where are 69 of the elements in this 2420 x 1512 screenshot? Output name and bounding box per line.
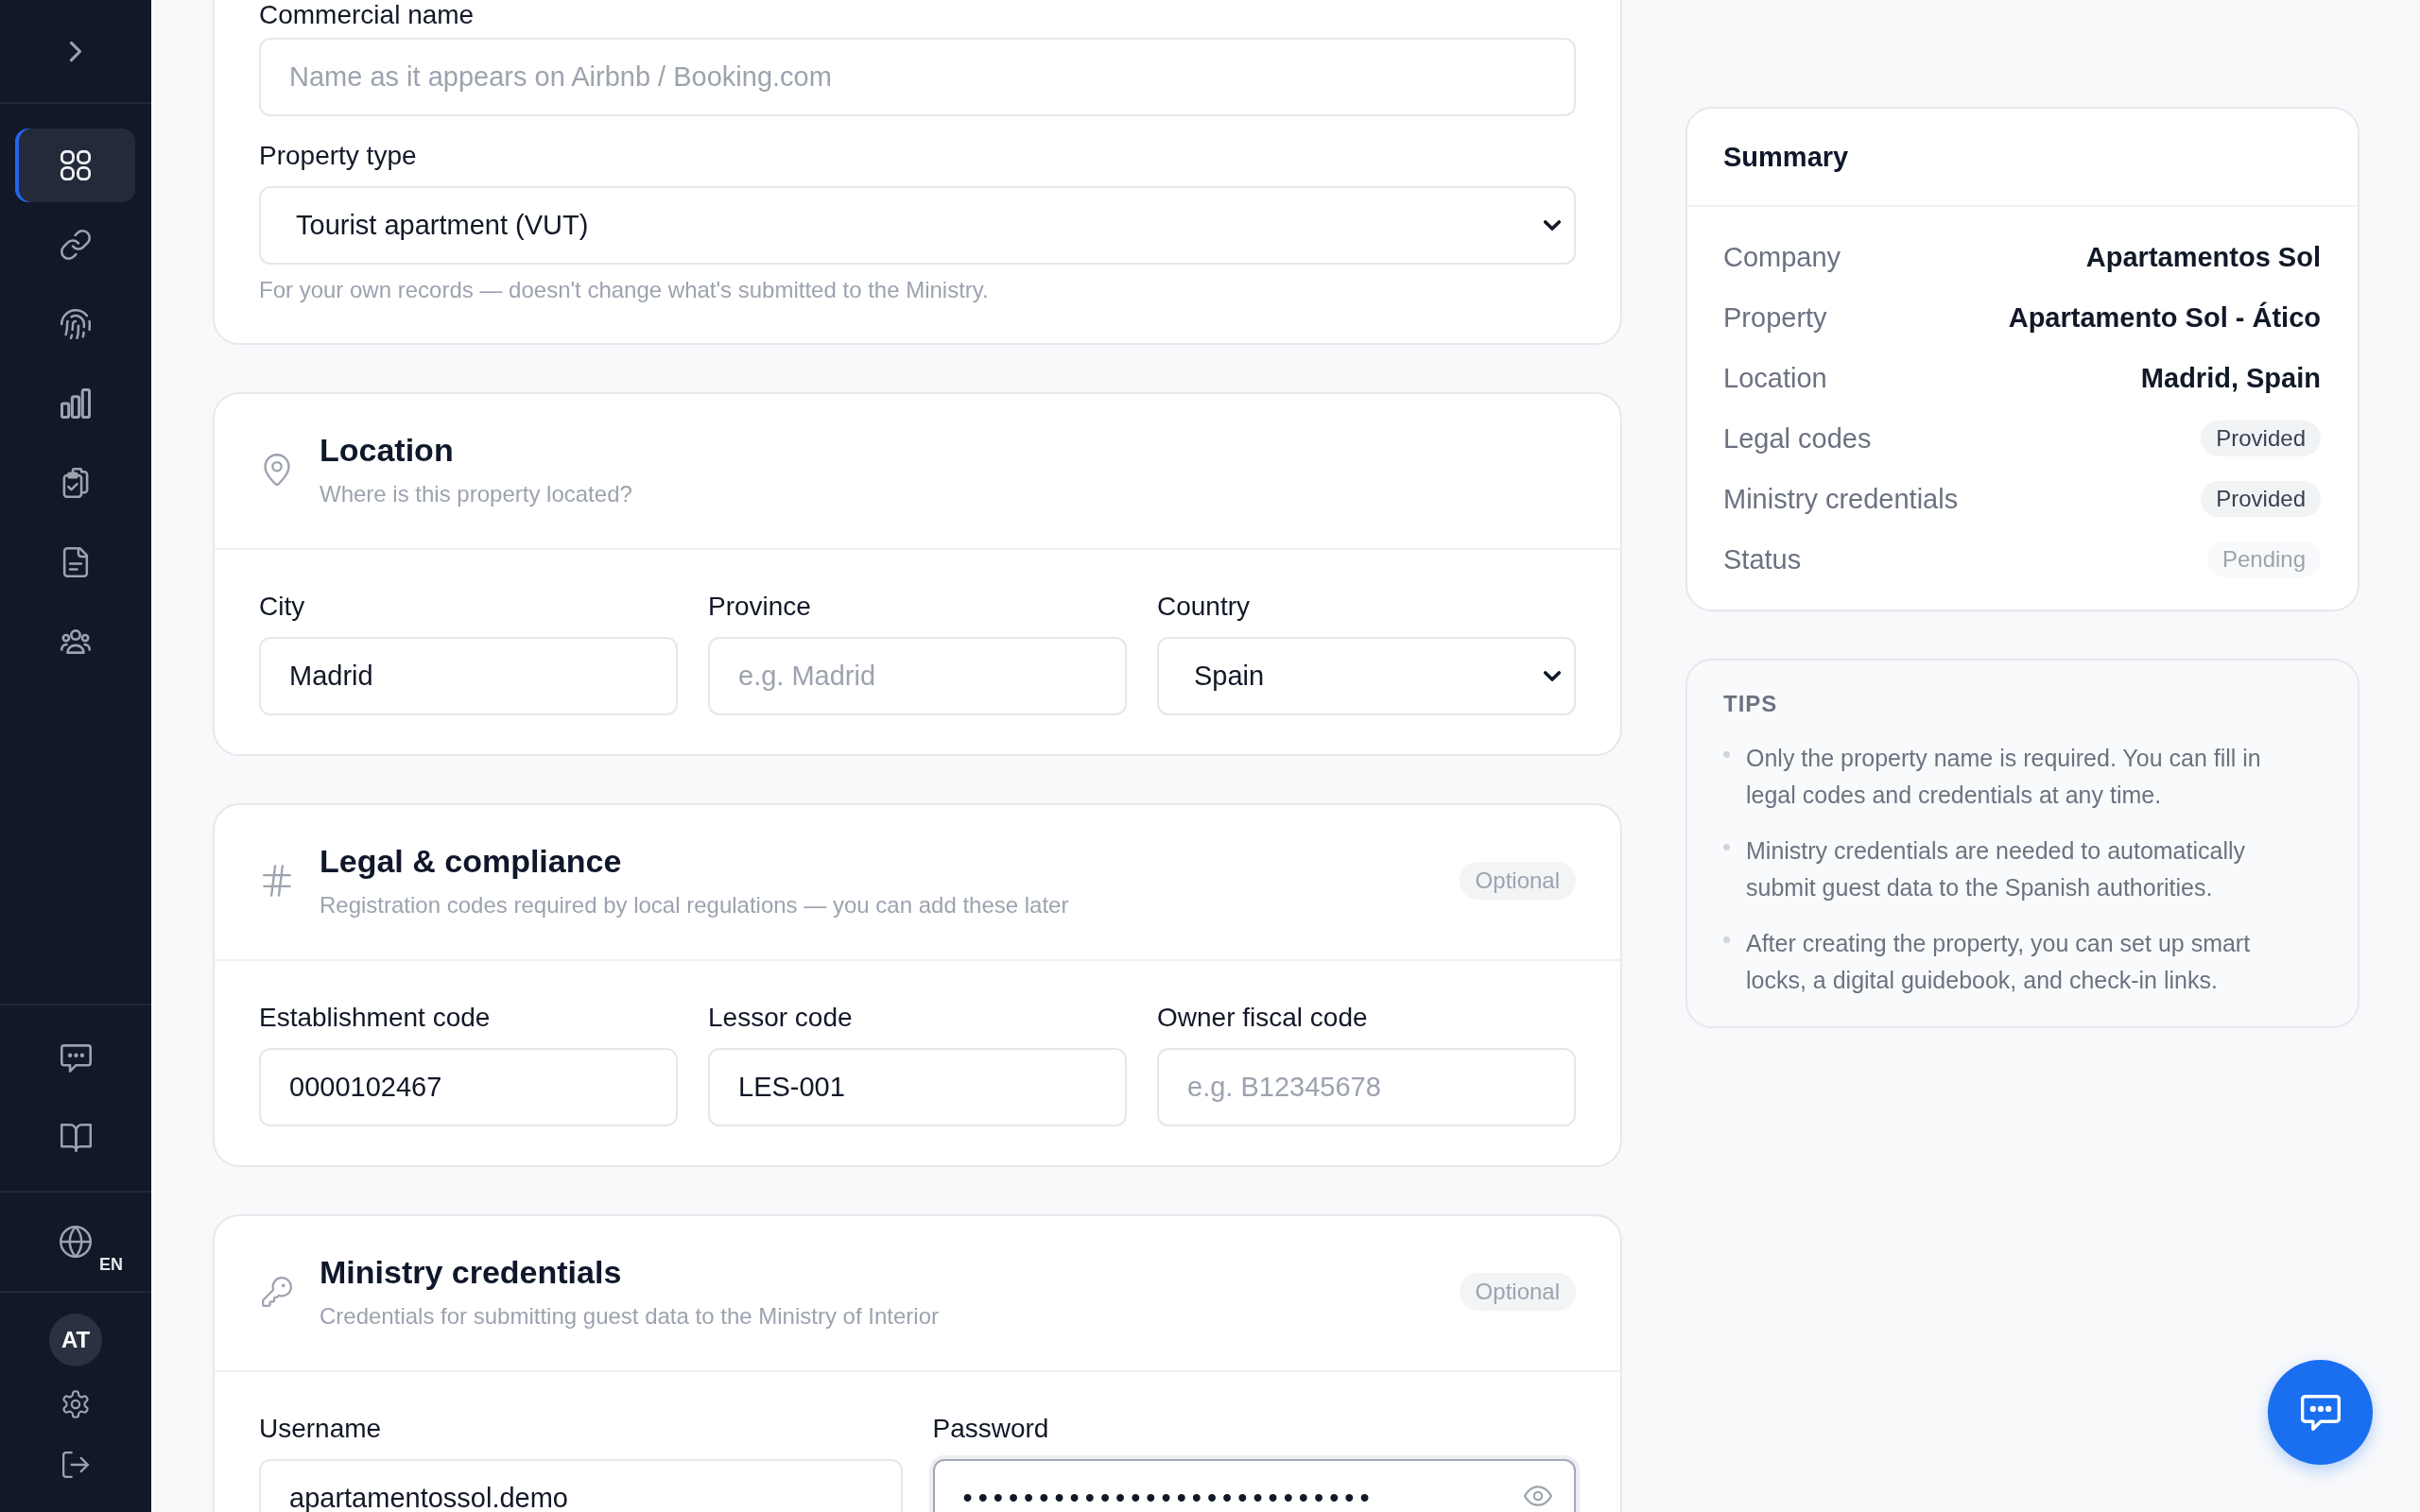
status-tag: Provided [2201,481,2321,517]
field-label: City [259,591,306,623]
text-field[interactable]: e.g. B12345678 [1157,1048,1576,1126]
field-label: Province [708,591,812,623]
tip-text: Only the property name is required. You can fill in legal codes and credentials at any time. [1746,744,2262,810]
text-field[interactable]: e.g. Madrid [708,637,1127,715]
language-code: EN [99,1255,123,1274]
section-title: Location [320,431,455,469]
field-label: Owner fiscal code [1157,1002,1369,1034]
chevron-right-icon[interactable] [69,40,82,62]
section-subtitle: Credentials for submitting guest data to the Ministry of Interior [320,1303,940,1330]
summary-label: Status [1723,543,1802,576]
status-tag: Provided [2201,421,2321,456]
summary-label: Company [1723,241,1841,274]
grid-icon [60,150,91,180]
optional-tag: Optional [1459,861,1576,900]
link-icon [60,230,91,260]
bar-chart-icon [60,388,91,419]
section-subtitle: Where is this property located? [320,481,633,507]
select-field[interactable]: Spain [1157,637,1576,715]
globe-icon[interactable] [60,1226,92,1258]
section-title: Ministry credentials [320,1253,623,1291]
tip-text: After creating the property, you can set up smart locks, a digital guidebook, and check-in links. [1746,929,2252,995]
summary-label: Ministry credentials [1723,483,1959,516]
user-avatar[interactable]: AT [49,1314,102,1366]
summary-title: Summary [1723,141,1849,174]
fingerprint-icon [60,309,91,339]
summary-value: Apartamentos Sol [2085,241,2321,274]
bullet-icon [1723,936,1730,943]
field-label: Country [1157,591,1252,623]
password-field[interactable]: ••••••••••••••••••••••••••• [932,1459,1576,1512]
summary-value: Apartamento Sol - Ático [2008,301,2321,335]
hash-icon [262,864,292,897]
summary-label: Property [1723,301,1827,335]
text-field[interactable]: Madrid [259,637,678,715]
users-icon [60,627,91,657]
location-pin-icon [262,453,292,486]
key-icon [262,1275,292,1308]
nav-item[interactable] [15,129,135,202]
chevron-down-icon [1544,671,1561,681]
select-field[interactable]: Tourist apartment (VUT) [259,186,1576,265]
text-field[interactable]: Name as it appears on Airbnb / Booking.com [259,38,1576,116]
chat-button[interactable] [2268,1360,2373,1465]
logout-icon[interactable] [62,1452,89,1478]
settings-icon[interactable] [62,1390,89,1418]
text-field[interactable]: LES-001 [708,1048,1127,1126]
tips-title: TIPS [1723,691,1779,717]
optional-tag: Optional [1459,1272,1576,1311]
section-subtitle: Registration codes required by local regulations — you can add these later [320,892,1070,919]
status-tag: Pending [2206,541,2321,577]
section-title: Legal & compliance [320,842,623,880]
chevron-down-icon [1544,220,1561,231]
field-label: Lessor code [708,1002,854,1034]
text-field[interactable]: 0000102467 [259,1048,678,1126]
bullet-icon [1723,751,1730,758]
book-icon[interactable] [60,1123,92,1153]
chat-icon[interactable] [60,1043,92,1074]
chat-icon [2300,1394,2341,1431]
field-label: Username [259,1413,383,1445]
field-label: Password [932,1413,1050,1445]
summary-label: Legal codes [1723,422,1872,455]
field-label: Commercial name [259,0,475,30]
tip-text: Ministry credentials are needed to automatically submit guest data to the Spanish authorities. [1746,836,2247,902]
field-hint: For your own records — doesn't change what's submitted to the Ministry. [259,277,990,303]
summary-value: Madrid, Spain [2140,362,2321,395]
field-label: Establishment code [259,1002,492,1034]
field-label: Property type [259,140,418,172]
bullet-icon [1723,844,1730,850]
summary-label: Location [1723,362,1827,395]
